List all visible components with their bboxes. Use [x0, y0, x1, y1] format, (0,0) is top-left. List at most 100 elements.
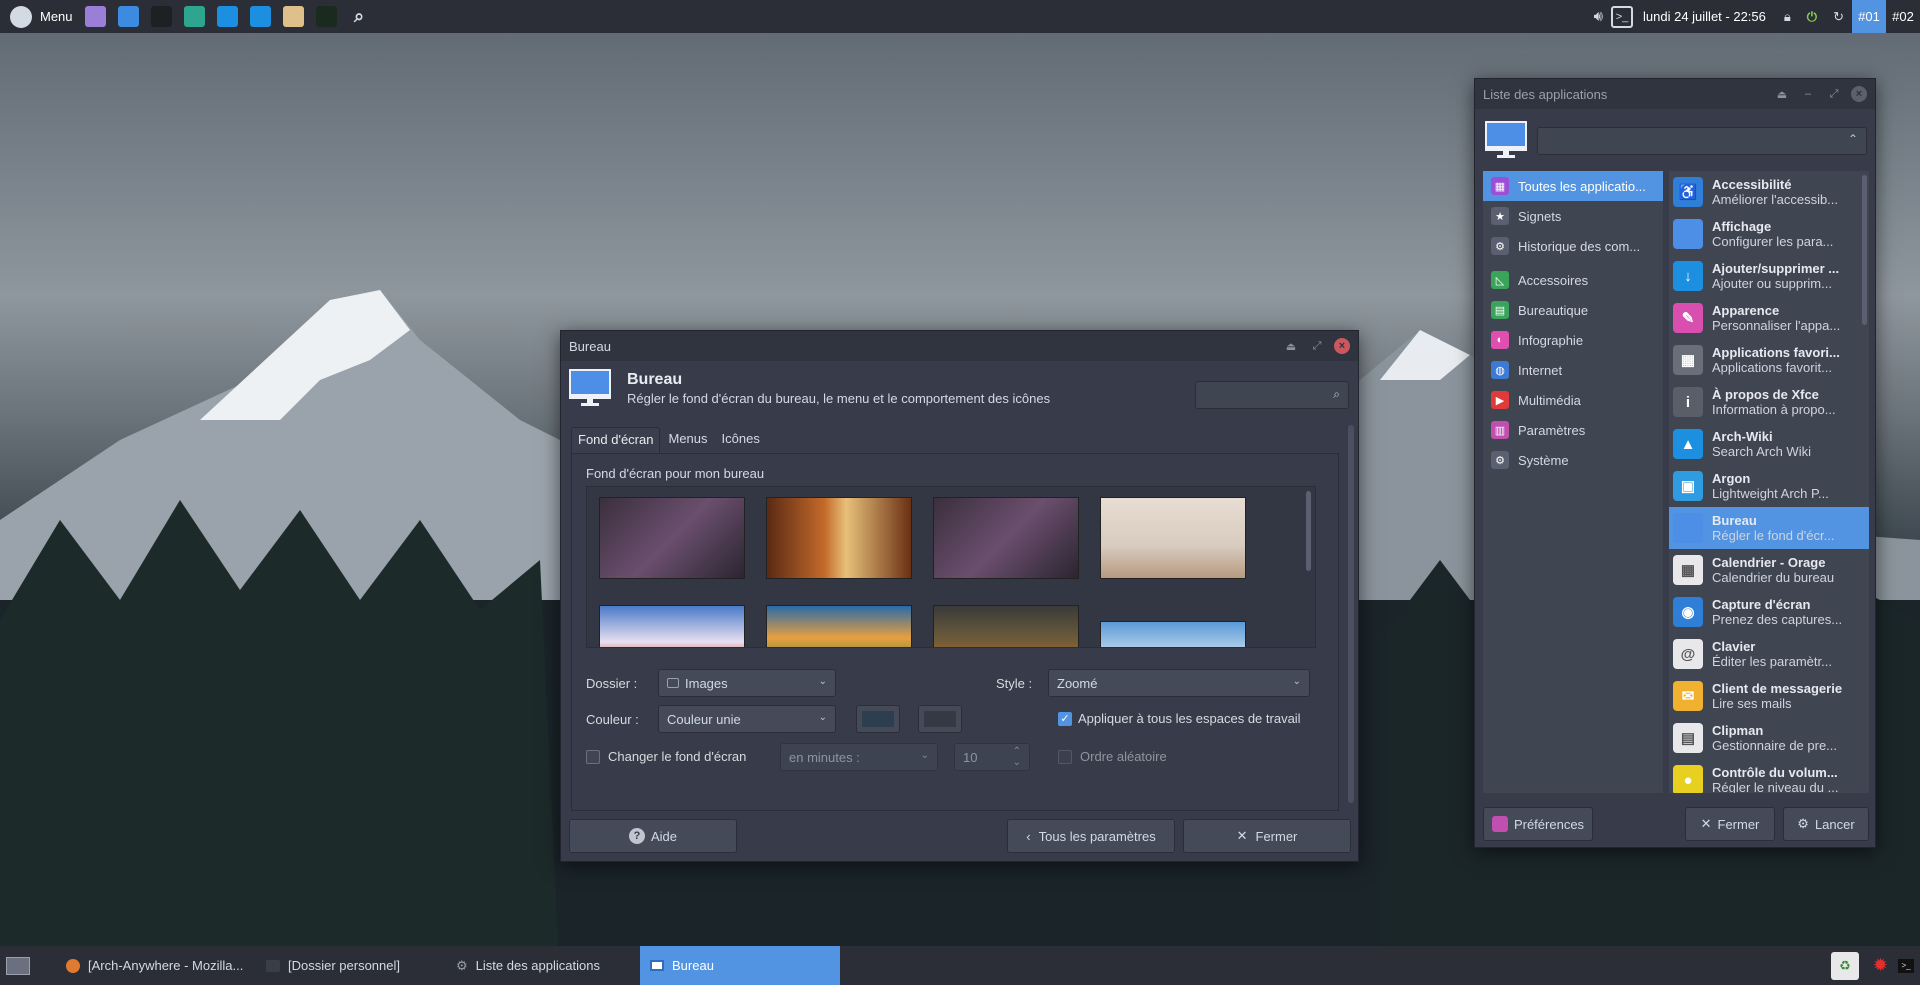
launcher-button[interactable] [79, 0, 112, 33]
window-scrollbar[interactable] [1348, 425, 1354, 803]
app-name: Contrôle du volum... [1712, 765, 1838, 780]
launcher-button[interactable] [310, 0, 343, 33]
workspace-1[interactable]: #01 [1852, 0, 1886, 33]
app-search-input[interactable]: ⌃ [1537, 127, 1867, 155]
launcher-button[interactable] [145, 0, 178, 33]
menu-button[interactable]: Menu [4, 0, 79, 33]
close-icon[interactable]: × [1334, 338, 1350, 354]
wallpaper-thumbnail[interactable] [766, 497, 912, 579]
tab-menus[interactable]: Menus [660, 427, 715, 453]
all-settings-button[interactable]: ‹ Tous les paramètres [1007, 819, 1175, 853]
random-order-checkbox[interactable]: Ordre aléatoire [1058, 749, 1167, 764]
app-item[interactable]: ▤ Clipman Gestionnaire de pre... [1669, 717, 1869, 759]
wallpaper-thumbnail[interactable] [599, 497, 745, 579]
tab-icons[interactable]: Icônes [716, 427, 766, 453]
show-desktop-button[interactable] [0, 946, 36, 985]
wallpaper-thumbnail[interactable] [1100, 621, 1246, 647]
app-list-titlebar[interactable]: Liste des applications ⏏ – ⤢ × [1475, 79, 1875, 109]
close-button[interactable]: ✕ Fermer [1183, 819, 1351, 853]
color-combo[interactable]: Couleur unie ⌄ [658, 705, 836, 733]
close-button[interactable]: ✕ Fermer [1685, 807, 1775, 841]
app-item[interactable]: ✎ Apparence Personnaliser l'appa... [1669, 297, 1869, 339]
app-item[interactable]: ▦ Calendrier - Orage Calendrier du bureau [1669, 549, 1869, 591]
folder-combo[interactable]: Images ⌄ [658, 669, 836, 697]
category-item[interactable]: ⚙ Historique des com... [1483, 231, 1663, 261]
terminal-icon [150, 6, 172, 27]
minutes-spinner[interactable]: 10 ⌃ ⌄ [954, 743, 1030, 771]
shade-icon[interactable]: ⏏ [1771, 83, 1793, 105]
volume-icon[interactable]: 🔊︎ [1594, 8, 1603, 25]
lock-icon[interactable]: 🔒︎ [1784, 9, 1791, 25]
bureau-titlebar[interactable]: Bureau ⏏ ⤢ × [561, 331, 1358, 361]
refresh-icon[interactable]: ↻ [1833, 9, 1844, 25]
category-item[interactable]: ◐ Infographie [1483, 325, 1663, 355]
launch-button[interactable]: ⚙ Lancer [1783, 807, 1869, 841]
app-item[interactable]: ◉ Capture d'écran Prenez des captures... [1669, 591, 1869, 633]
window-title: Liste des applications [1483, 86, 1608, 102]
launcher-button[interactable] [277, 0, 310, 33]
category-item[interactable]: ▥ Paramètres [1483, 415, 1663, 445]
minimize-icon[interactable]: – [1797, 83, 1819, 105]
clock[interactable]: lundi 24 juillet - 22:56 [1643, 9, 1766, 24]
close-icon[interactable]: × [1851, 86, 1867, 102]
wallpaper-thumbnail[interactable] [766, 605, 912, 647]
workspace-2[interactable]: #02 [1886, 0, 1920, 33]
category-item[interactable]: ◺ Accessoires [1483, 265, 1663, 295]
tab-wallpaper[interactable]: Fond d'écran [571, 427, 661, 453]
interval-combo[interactable]: en minutes : ⌄ [780, 743, 938, 771]
launcher-button[interactable]: ⌕ [343, 0, 376, 33]
app-item[interactable]: @ Clavier Éditer les paramètr... [1669, 633, 1869, 675]
category-item[interactable]: ⚙ Système [1483, 445, 1663, 475]
app-item[interactable]: ▲ Arch-Wiki Search Arch Wiki [1669, 423, 1869, 465]
app-item[interactable]: ♿ Accessibilité Améliorer l'accessib... [1669, 171, 1869, 213]
task-file-manager[interactable]: [Dossier personnel] [256, 946, 446, 985]
maximize-icon[interactable]: ⤢ [1823, 83, 1845, 105]
terminal-icon[interactable]: >_ [1898, 958, 1914, 973]
app-item[interactable]: ✉ Client de messagerie Lire ses mails [1669, 675, 1869, 717]
category-item[interactable]: ◍ Internet [1483, 355, 1663, 385]
maximize-icon[interactable]: ⤢ [1306, 335, 1328, 357]
app-item[interactable]: ▦ Applications favori... Applications favo… [1669, 339, 1869, 381]
terminal-tray-icon[interactable]: >_ [1611, 5, 1634, 28]
wallpaper-thumbnail[interactable] [933, 497, 1079, 579]
apply-all-label: Appliquer à tous les espaces de travail [1078, 711, 1301, 726]
launcher-button[interactable] [244, 0, 277, 33]
launcher-button[interactable] [112, 0, 145, 33]
help-button[interactable]: ? Aide [569, 819, 737, 853]
app-name: Apparence [1712, 303, 1780, 318]
apply-all-checkbox[interactable]: ✓ Appliquer à tous les espaces de travai… [1058, 711, 1301, 726]
recycle-icon[interactable]: ♻ [1830, 951, 1859, 980]
category-item[interactable]: ▤ Bureautique [1483, 295, 1663, 325]
apps-scrollbar[interactable] [1862, 175, 1867, 325]
launcher-button[interactable] [178, 0, 211, 33]
app-item[interactable]: ▣ Argon Lightweight Arch P... [1669, 465, 1869, 507]
app-item[interactable]: Affichage Configurer les para... [1669, 213, 1869, 255]
app-item[interactable]: Bureau Régler le fond d'écr... [1669, 507, 1869, 549]
app-item[interactable]: i À propos de Xfce Information à propo... [1669, 381, 1869, 423]
app-item[interactable]: ↓ Ajouter/supprimer ... Ajouter ou supprim… [1669, 255, 1869, 297]
task-firefox[interactable]: [Arch-Anywhere - Mozilla... [56, 946, 256, 985]
search-input[interactable]: ⌕ [1195, 381, 1349, 409]
power-icon[interactable]: ⏻ [1807, 9, 1817, 25]
wallpaper-thumbnail[interactable] [933, 605, 1079, 647]
preferences-button[interactable]: Préférences [1483, 807, 1593, 841]
update-bug-icon[interactable]: ✹ [1873, 955, 1888, 976]
grid-scrollbar[interactable] [1306, 491, 1311, 571]
primary-color-button[interactable] [856, 705, 900, 733]
wallpaper-thumbnail[interactable] [1100, 497, 1246, 579]
close-label: Fermer [1717, 816, 1760, 832]
category-item[interactable]: ▶ Multimédia [1483, 385, 1663, 415]
launcher-button[interactable] [211, 0, 244, 33]
wallpaper-grid [586, 486, 1316, 648]
shade-icon[interactable]: ⏏ [1280, 335, 1302, 357]
app-item[interactable]: ● Contrôle du volum... Régler le niveau du… [1669, 759, 1869, 793]
style-combo[interactable]: Zoomé ⌄ [1048, 669, 1310, 697]
task-app-list[interactable]: ⚙ Liste des applications [446, 946, 640, 985]
app-description: Personnaliser l'appa... [1712, 318, 1841, 333]
category-item[interactable]: ▦ Toutes les applicatio... [1483, 171, 1663, 201]
wallpaper-thumbnail[interactable] [599, 605, 745, 647]
category-item[interactable]: ★ Signets [1483, 201, 1663, 231]
secondary-color-button[interactable] [918, 705, 962, 733]
task-bureau[interactable]: Bureau [640, 946, 840, 985]
change-wallpaper-checkbox[interactable]: Changer le fond d'écran [586, 749, 746, 764]
